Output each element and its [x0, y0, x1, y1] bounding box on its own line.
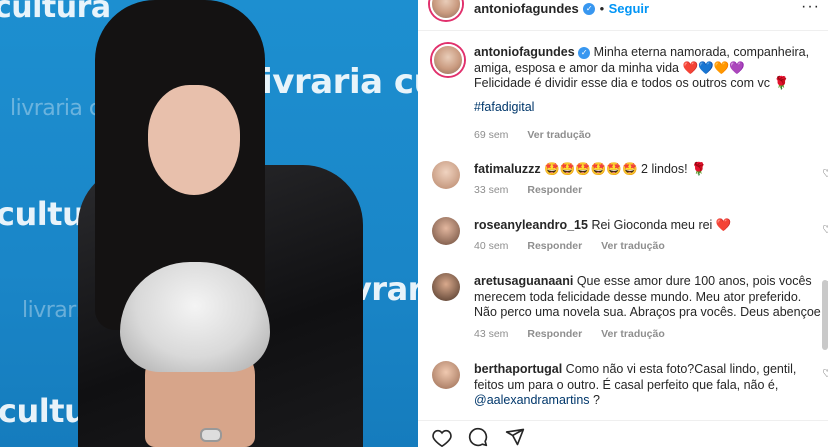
caption-avatar[interactable]	[432, 44, 464, 76]
actions-divider	[418, 420, 828, 421]
more-options-icon[interactable]: ···	[801, 0, 820, 16]
comment-meta: 40 sem Responder Ver tradução	[474, 240, 681, 252]
comment-line-3: Não perco uma novela sua. Abraços pra vo…	[474, 305, 821, 319]
comment-line-1: Como não vi esta foto?Casal lindo, genti…	[562, 362, 797, 376]
like-comment-icon[interactable]: ♡	[822, 223, 828, 236]
comment-line-1: Que esse amor dure 100 anos, pois vocês	[573, 274, 812, 288]
comment-username[interactable]: berthaportugal	[474, 362, 562, 376]
comment-line-2: merecem toda felicidade desse mundo. Meu…	[474, 289, 802, 304]
caption-username[interactable]: antoniofagundes	[474, 45, 575, 59]
separator-dot: •	[599, 1, 605, 16]
verified-badge-icon: ✓	[583, 2, 596, 15]
watermark-text: cultura	[0, 0, 111, 25]
comment-line-3: ?	[589, 393, 600, 407]
comment-text: roseanyleandro_15 Rei Gioconda meu rei ❤…	[474, 218, 828, 234]
reply-button[interactable]: Responder	[527, 328, 582, 340]
see-translation-button[interactable]: Ver tradução	[601, 240, 665, 252]
caption-line-2: amiga, esposa e amor da minha vida ❤️💙🧡💜	[474, 60, 745, 75]
avatar[interactable]	[430, 0, 462, 20]
reply-button[interactable]: Responder	[527, 184, 582, 196]
reply-button[interactable]: Responder	[527, 240, 582, 252]
comment-time[interactable]: 33 sem	[474, 184, 508, 196]
see-translation-button[interactable]: Ver tradução	[527, 129, 591, 141]
scrollbar[interactable]	[822, 280, 828, 350]
post-side-panel: antoniofagundes ✓ • Seguir ··· antoniofa…	[418, 0, 828, 447]
heart-outline-icon[interactable]	[432, 429, 452, 447]
woman-face	[148, 85, 240, 195]
watermark-text: livraria cultura	[250, 62, 418, 102]
comment-item: fatimaluzzz 🤩🤩🤩🤩🤩🤩 2 lindos! 🌹 33 sem Re…	[432, 161, 828, 201]
comment-bubble-icon[interactable]	[468, 427, 488, 447]
comment-avatar[interactable]	[432, 217, 460, 245]
verified-badge-icon: ✓	[578, 46, 591, 59]
header-divider	[418, 30, 828, 31]
comment-text: berthaportugal Como não vi esta foto?Cas…	[474, 362, 828, 409]
comment-avatar[interactable]	[432, 273, 460, 301]
post-actions	[432, 427, 537, 447]
comment-body: Rei Gioconda meu rei ❤️	[591, 218, 732, 232]
comment-meta: 33 sem Responder	[474, 184, 598, 196]
comment-body: 🤩🤩🤩🤩🤩🤩 2 lindos! 🌹	[544, 162, 707, 176]
header-username[interactable]: antoniofagundes	[474, 1, 579, 16]
caption-meta: 69 sem Ver tradução	[474, 129, 607, 141]
caption: antoniofagundes ✓ Minha eterna namorada,…	[432, 44, 822, 144]
comment-meta: 43 sem Responder Ver tradução	[474, 328, 681, 340]
comment-avatar[interactable]	[432, 361, 460, 389]
comment-line-2: feitos um para o outro. É casal perfeito…	[474, 377, 779, 392]
comment-avatar[interactable]	[432, 161, 460, 189]
hashtag-link[interactable]: #fafadigital	[474, 100, 534, 114]
see-translation-button[interactable]: Ver tradução	[601, 328, 665, 340]
caption-time[interactable]: 69 sem	[474, 129, 508, 141]
comment-text: fatimaluzzz 🤩🤩🤩🤩🤩🤩 2 lindos! 🌹	[474, 162, 828, 178]
caption-text: antoniofagundes ✓ Minha eterna namorada,…	[474, 45, 828, 115]
post-photo[interactable]: cultura livraria cultura livraria cu cul…	[0, 0, 418, 447]
caption-line-1: Minha eterna namorada, companheira,	[590, 45, 810, 59]
follow-button[interactable]: Seguir	[609, 1, 649, 16]
comment-item: roseanyleandro_15 Rei Gioconda meu rei ❤…	[432, 217, 828, 257]
like-comment-icon[interactable]: ♡	[822, 367, 828, 380]
comment-text: aretusaguanaani Que esse amor dure 100 a…	[474, 274, 828, 321]
comment-username[interactable]: aretusaguanaani	[474, 274, 573, 288]
paper-plane-icon[interactable]	[505, 427, 525, 447]
comment-item: aretusaguanaani Que esse amor dure 100 a…	[432, 273, 828, 345]
post-header: antoniofagundes ✓ • Seguir ···	[418, 0, 828, 26]
comment-time[interactable]: 43 sem	[474, 328, 508, 340]
like-comment-icon[interactable]: ♡	[822, 167, 828, 180]
comment-username[interactable]: roseanyleandro_15	[474, 218, 588, 232]
caption-line-3: Felicidade é dividir esse dia e todos os…	[474, 76, 790, 90]
comment-item: berthaportugal Como não vi esta foto?Cas…	[432, 361, 828, 411]
comment-time[interactable]: 40 sem	[474, 240, 508, 252]
comment-username[interactable]: fatimaluzzz	[474, 162, 541, 176]
mention-link[interactable]: @aalexandramartins	[474, 393, 590, 407]
ring	[200, 428, 222, 442]
